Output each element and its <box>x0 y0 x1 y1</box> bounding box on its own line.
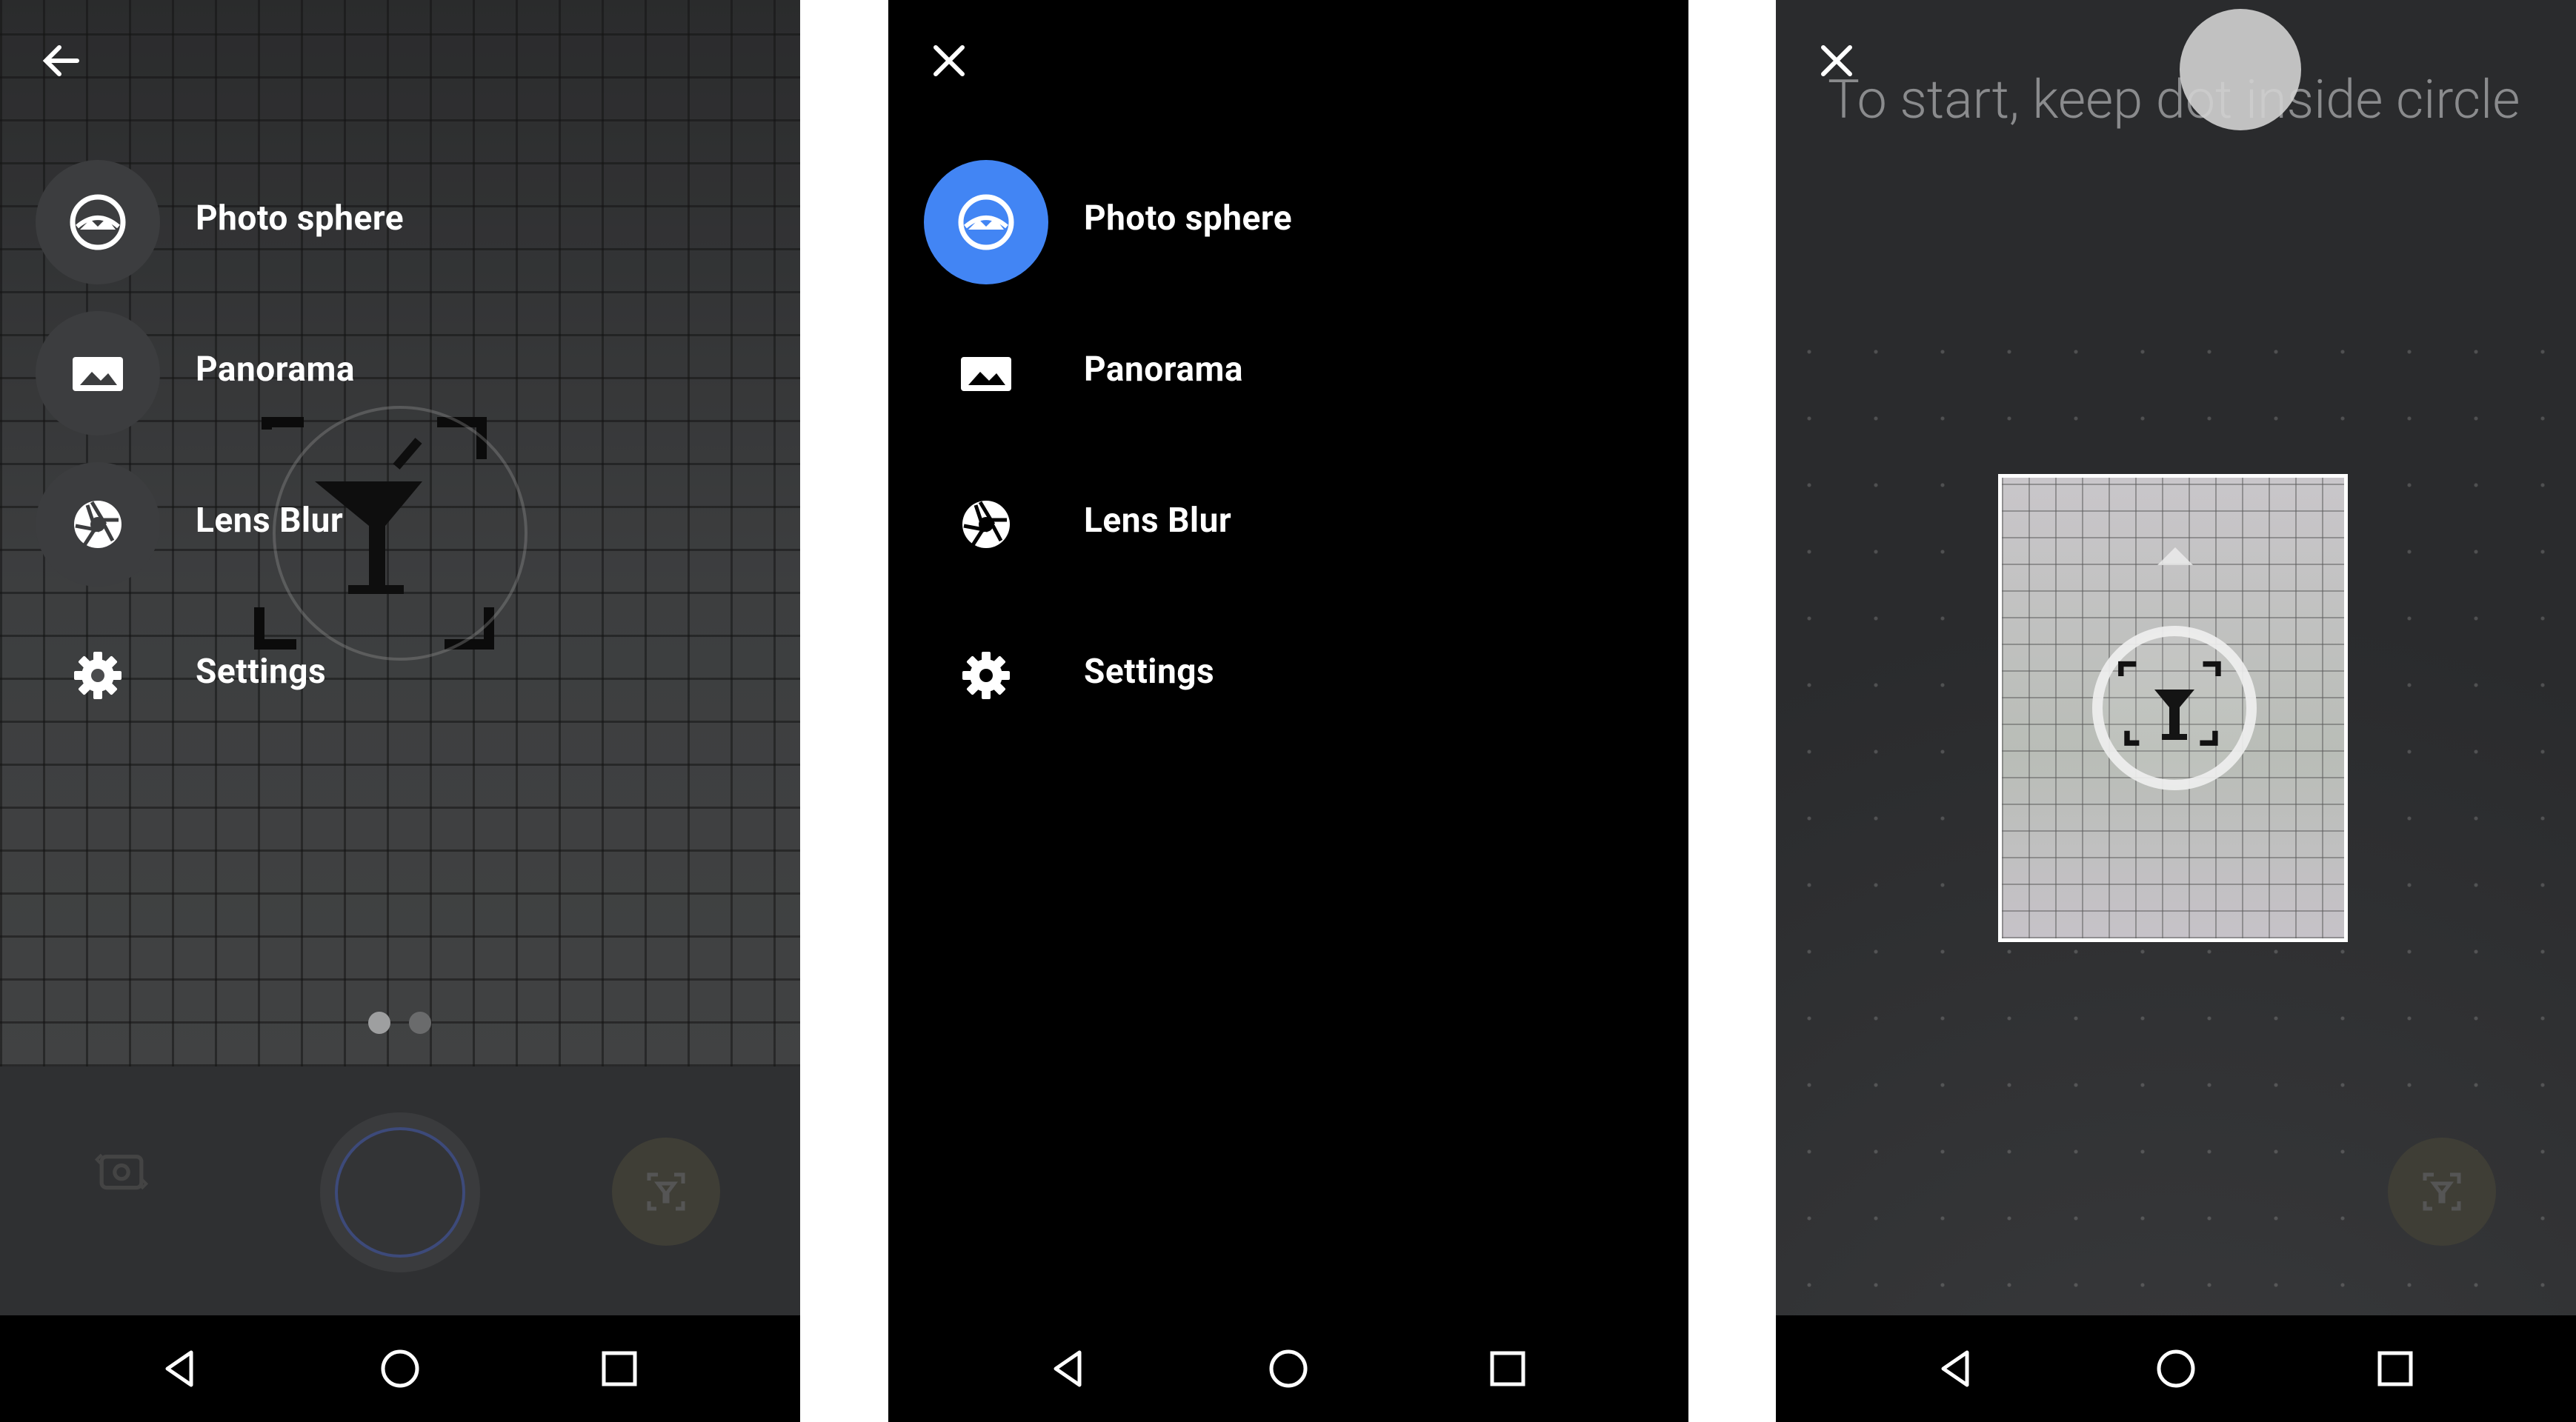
menu-item-settings[interactable]: Settings <box>888 613 1688 739</box>
menu-item-label: Lens Blur <box>1084 501 1232 541</box>
menu-item-label: Panorama <box>1084 350 1243 390</box>
android-nav-bar <box>1776 1315 2576 1422</box>
menu-item-panorama[interactable]: Panorama <box>0 311 800 437</box>
pager-dot[interactable] <box>409 1012 431 1034</box>
menu-item-panorama[interactable]: Panorama <box>888 311 1688 437</box>
pager-dot-active[interactable] <box>368 1012 390 1034</box>
target-mode-icon <box>2423 1172 2461 1211</box>
switch-camera-icon[interactable] <box>94 1145 176 1226</box>
screen-photo-sphere-capture: To start, keep dot inside circle <box>1776 0 2576 1422</box>
up-arrow-icon <box>2157 547 2193 565</box>
alignment-dot <box>2180 9 2301 130</box>
camera-controls-bar <box>0 1066 800 1315</box>
settings-icon <box>62 640 133 711</box>
settings-icon <box>951 640 1022 711</box>
nav-back-icon[interactable] <box>1042 1342 1096 1395</box>
screen-mode-menu-viewfinder: Photo sphere Panorama Lens Blur Settings <box>0 0 800 1422</box>
nav-home-icon[interactable] <box>1262 1342 1315 1395</box>
menu-item-label: Photo sphere <box>196 198 405 238</box>
photo-sphere-icon <box>62 187 133 258</box>
nav-recents-icon[interactable] <box>2369 1342 2422 1395</box>
menu-item-photo-sphere[interactable]: Photo sphere <box>888 160 1688 286</box>
menu-item-lens-blur[interactable]: Lens Blur <box>0 462 800 588</box>
menu-item-photo-sphere[interactable]: Photo sphere <box>0 160 800 286</box>
menu-item-label: Settings <box>196 652 327 692</box>
nav-recents-icon[interactable] <box>1481 1342 1534 1395</box>
close-icon[interactable] <box>922 34 976 87</box>
nav-recents-icon[interactable] <box>593 1342 646 1395</box>
menu-item-label: Lens Blur <box>196 501 344 541</box>
menu-item-settings[interactable]: Settings <box>0 613 800 739</box>
menu-item-lens-blur[interactable]: Lens Blur <box>888 462 1688 588</box>
lens-blur-icon <box>951 489 1022 560</box>
shutter-button[interactable] <box>320 1112 480 1272</box>
nav-home-icon[interactable] <box>373 1342 427 1395</box>
shutter-ring <box>335 1127 465 1258</box>
mode-target-button[interactable] <box>612 1138 720 1246</box>
android-nav-bar <box>0 1315 800 1422</box>
panorama-icon <box>62 338 133 409</box>
back-arrow-icon[interactable] <box>34 34 87 87</box>
menu-item-label: Settings <box>1084 652 1215 692</box>
menu-item-label: Photo sphere <box>1084 198 1293 238</box>
capture-hint-text: To start, keep dot inside circle <box>1828 68 2520 131</box>
lens-blur-icon <box>62 489 133 560</box>
android-nav-bar <box>888 1315 1688 1422</box>
photo-sphere-icon <box>951 187 1022 258</box>
nav-back-icon[interactable] <box>154 1342 207 1395</box>
camera-preview-frame <box>1998 474 2348 942</box>
capture-target-ring <box>2092 626 2257 790</box>
nav-home-icon[interactable] <box>2149 1342 2203 1395</box>
target-mode-icon <box>647 1172 685 1211</box>
mode-target-button[interactable] <box>2388 1138 2496 1246</box>
panorama-icon <box>951 338 1022 409</box>
screen-mode-menu-black: Photo sphere Panorama Lens Blur Settings <box>888 0 1688 1422</box>
nav-back-icon[interactable] <box>1930 1342 1983 1395</box>
menu-item-label: Panorama <box>196 350 355 390</box>
